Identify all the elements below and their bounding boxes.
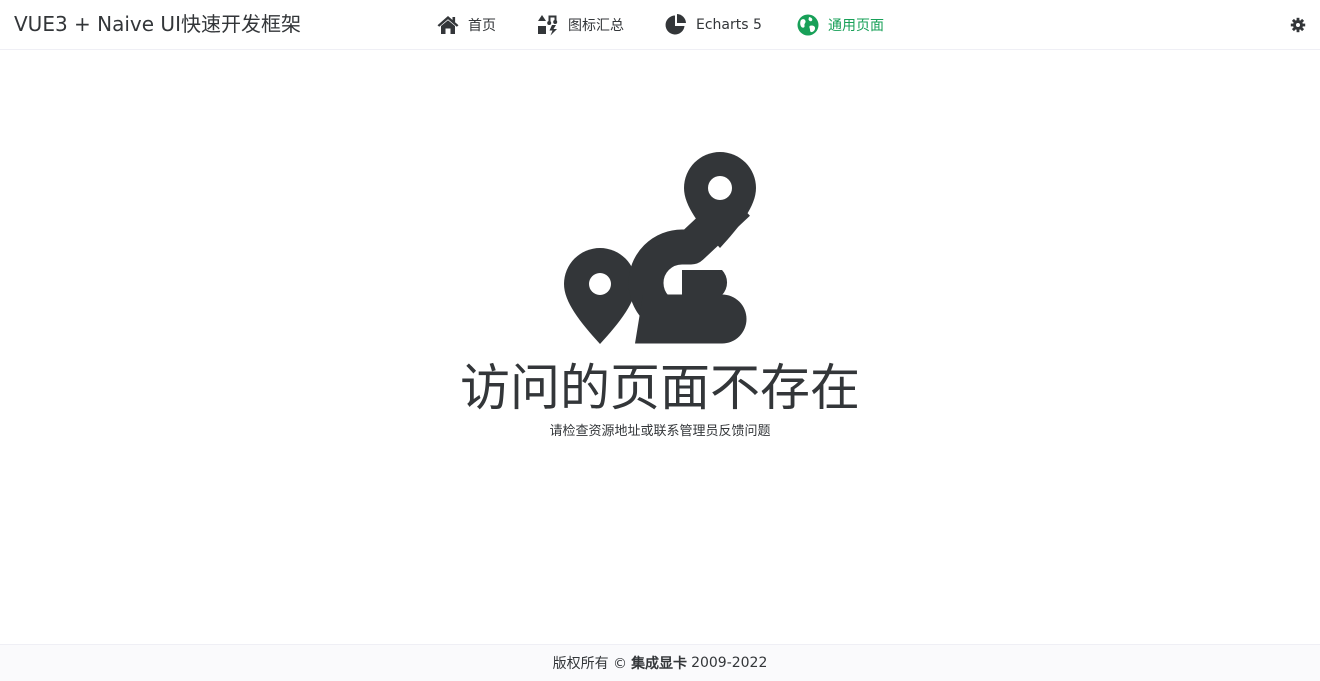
copyright-years: 2009-2022: [691, 655, 768, 671]
nav-label-echarts: Echarts 5: [696, 16, 762, 33]
home-icon: [436, 13, 460, 37]
nav-label-home: 首页: [468, 17, 496, 34]
footer: 版权所有 © 集成显卡 2009-2022: [0, 644, 1320, 681]
pie-chart-icon: [664, 13, 688, 37]
main-nav: 首页 图标汇总 Echarts 5 通用页面: [0, 0, 1320, 49]
error-description: 请检查资源地址或联系管理员反馈问题: [549, 424, 771, 439]
company-name: 集成显卡: [631, 656, 688, 672]
icons-collection-icon: [536, 13, 560, 37]
main-content: 访问的页面不存在 请检查资源地址或联系管理员反馈问题: [0, 50, 1320, 644]
nav-label-icons: 图标汇总: [568, 17, 624, 34]
nav-label-common-pages: 通用页面: [828, 17, 884, 34]
nav-item-home[interactable]: 首页: [436, 0, 496, 49]
copyright-prefix: 版权所有 ©: [552, 656, 628, 672]
nav-item-common-pages[interactable]: 通用页面: [796, 0, 884, 49]
error-title: 访问的页面不存在: [460, 359, 860, 417]
route-map-pin-icon: [563, 150, 757, 346]
gear-icon: [1290, 17, 1306, 33]
nav-item-icons[interactable]: 图标汇总: [536, 0, 624, 49]
settings-button[interactable]: [1290, 17, 1306, 33]
nav-item-echarts[interactable]: Echarts 5: [664, 0, 762, 49]
globe-icon: [796, 13, 820, 37]
top-header: VUE3 + Naive UI快速开发框架 首页 图标汇总 Echarts 5 …: [0, 0, 1320, 50]
